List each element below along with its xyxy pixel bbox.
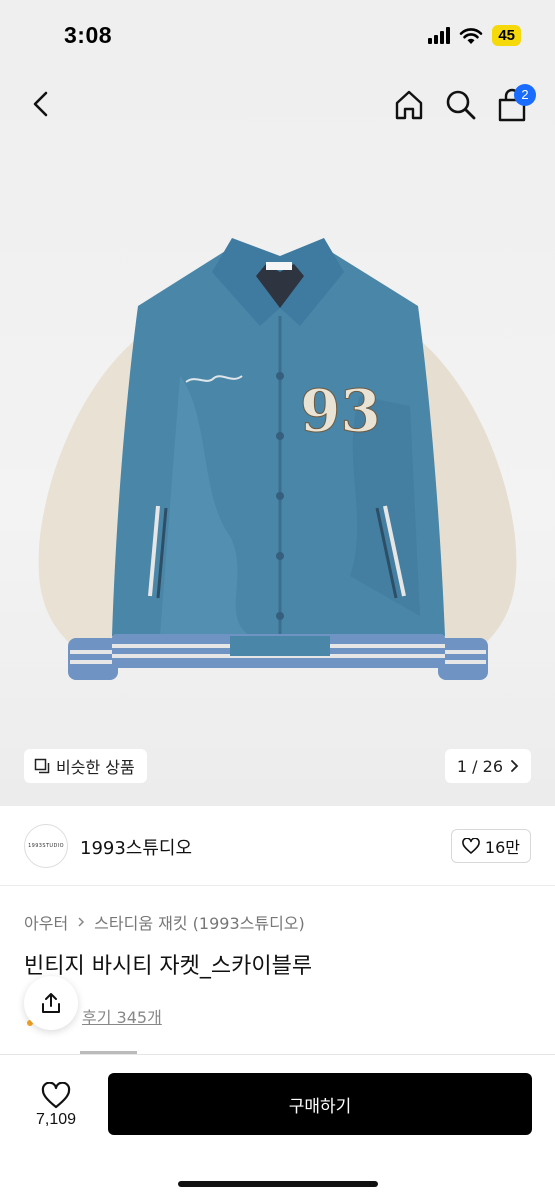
product-title: 빈티지 바시티 자켓_스카이블루 [24,954,313,979]
home-indicator [178,1181,378,1187]
status-bar: 3:08 45 [0,0,555,76]
page-indicator-text: 1 / 26 [456,756,503,776]
shop-name[interactable]: 1993스튜디오 [80,834,192,860]
shop-like-button[interactable]: 16만 [450,829,531,863]
jacket-illustration: 93 [38,238,517,680]
wifi-icon [460,27,483,44]
chevron-right-icon [78,917,85,927]
heart-icon [41,1081,71,1108]
cart-count-badge: 2 [514,84,536,106]
wishlist-button[interactable]: 7,109 [24,1073,88,1137]
buy-button[interactable]: 구매하기 [108,1073,532,1135]
chevron-right-icon [511,760,519,772]
bottom-action-bar: 7,109 구매하기 [0,1054,555,1200]
wishlist-count: 7,109 [35,1110,77,1128]
back-arrow-icon[interactable] [26,88,58,120]
shop-logo[interactable]: 1993STUDIO [24,824,68,868]
review-link[interactable]: 후기 345개 [82,1004,162,1028]
top-nav: 2 [0,76,555,136]
heart-icon [462,838,480,854]
similar-products-label: 비슷한 상품 [56,758,135,777]
similar-products-button[interactable]: 비슷한 상품 [24,749,147,783]
breadcrumb: 아우터 스타디움 재킷 (1993스튜디오) [24,910,305,934]
share-icon [42,993,60,1013]
breadcrumb-category[interactable]: 아우터 [24,910,68,934]
battery-indicator: 45 [492,25,521,46]
share-button[interactable] [24,976,78,1030]
shop-like-count: 16만 [484,838,520,857]
shop-row[interactable]: 1993STUDIO 1993스튜디오 16만 [0,806,555,886]
status-icons: 45 [428,25,521,46]
signal-icon [428,27,451,44]
copy-icon [34,758,50,774]
product-image[interactable]: 93 [0,76,555,806]
status-time: 3:08 [64,22,113,48]
breadcrumb-subcategory[interactable]: 스타디움 재킷 (1993스튜디오) [94,910,305,934]
cart-button[interactable]: 2 [494,84,536,124]
image-page-indicator[interactable]: 1 / 26 [444,749,531,783]
home-icon[interactable] [392,88,426,122]
search-icon[interactable] [444,88,478,122]
chest-patch-text: 93 [300,377,381,445]
